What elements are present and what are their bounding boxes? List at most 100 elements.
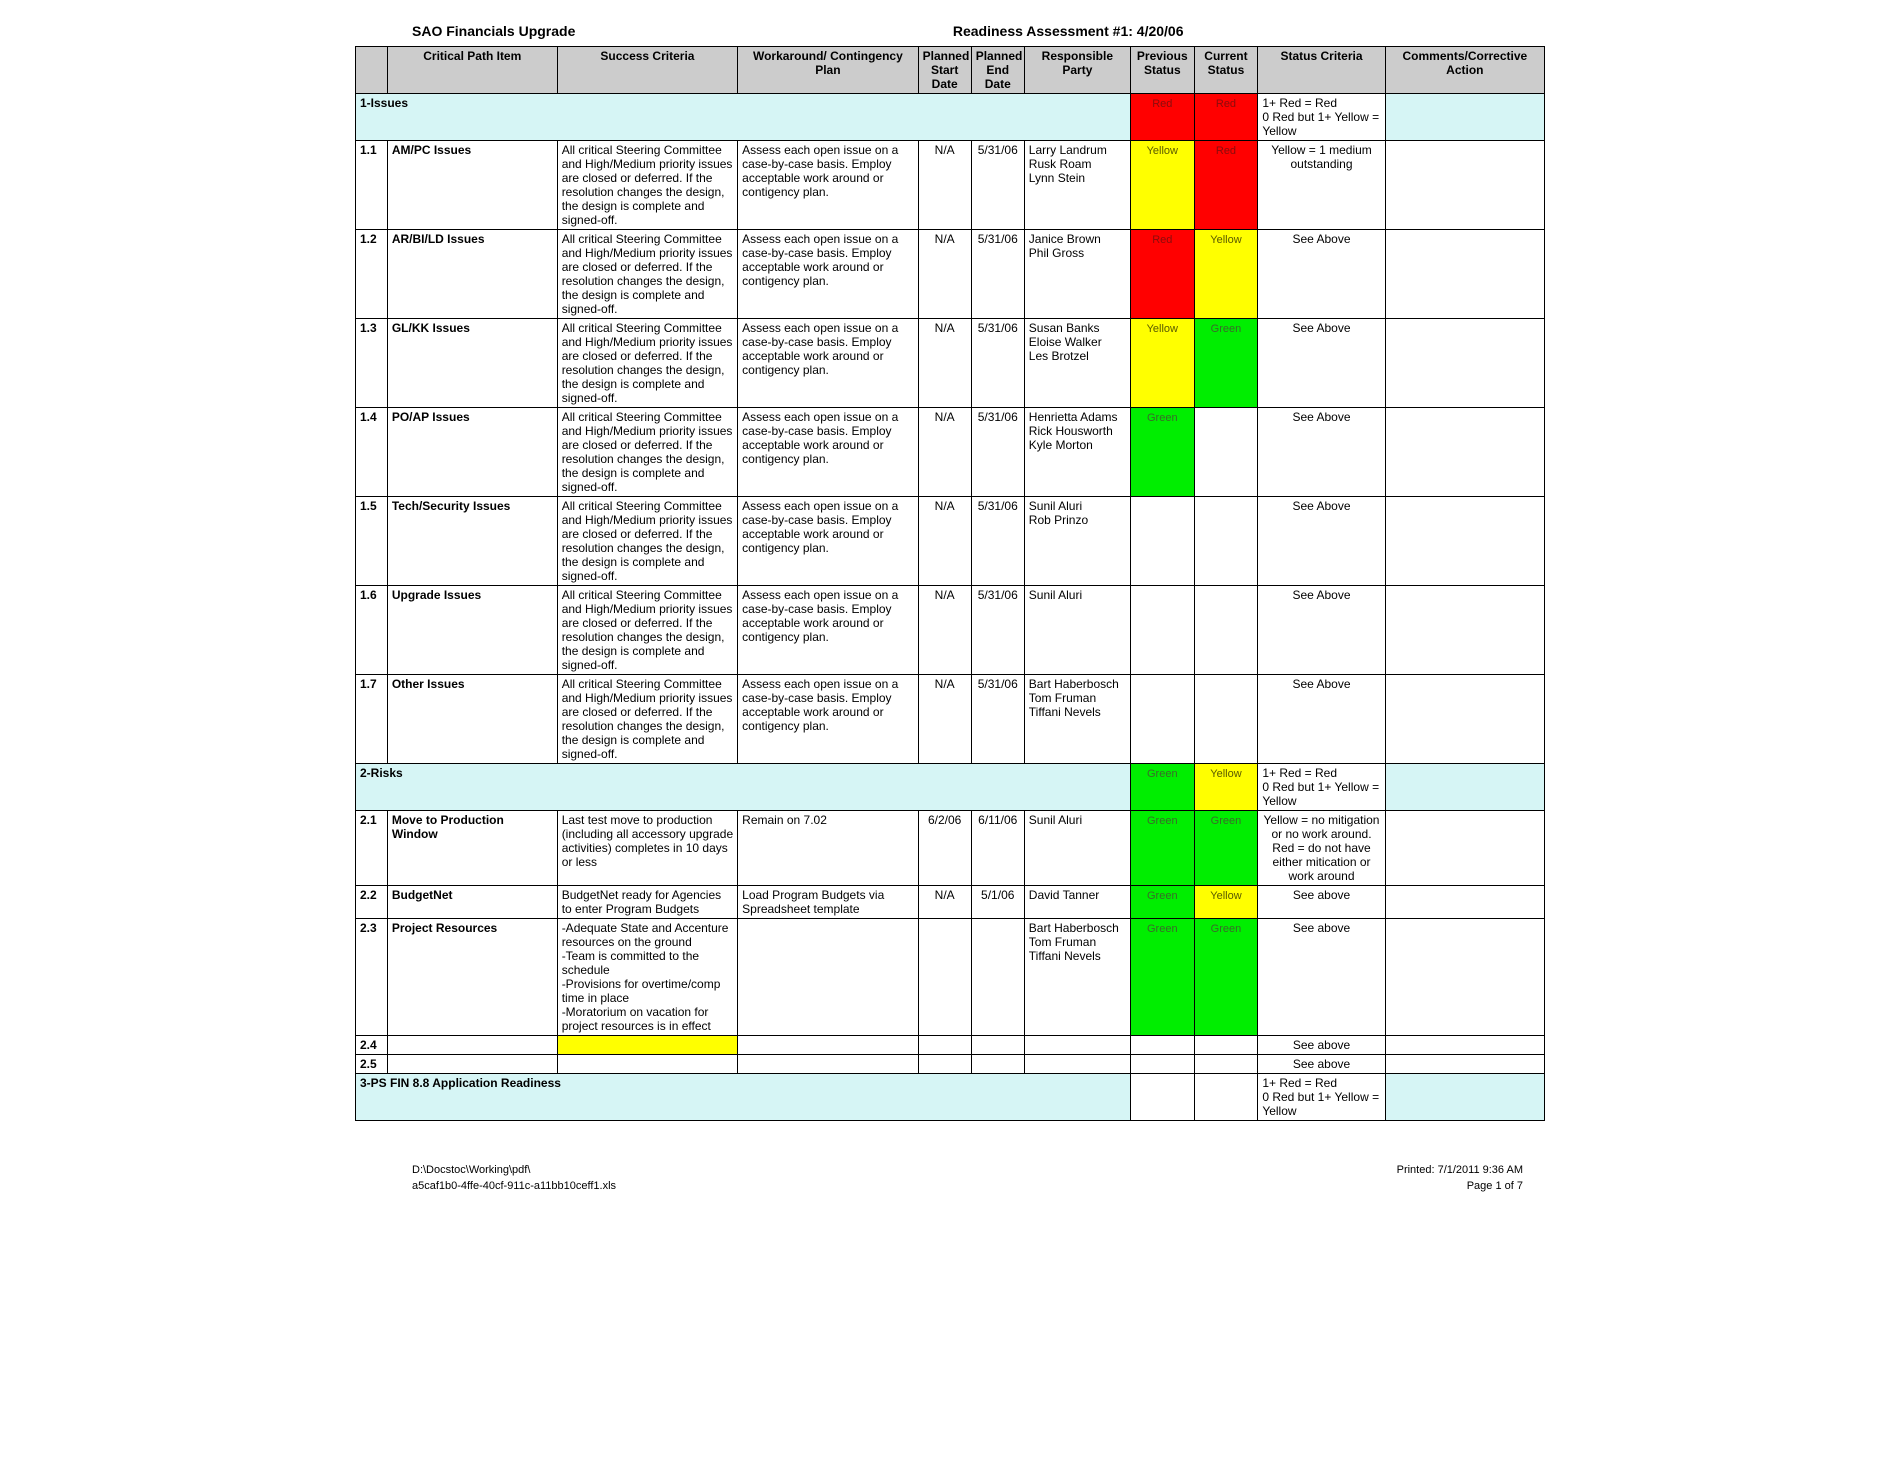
row-workaround: Assess each open issue on a case-by-case… bbox=[738, 319, 918, 408]
status-cell: Red bbox=[1194, 94, 1258, 141]
section-row: 1-IssuesRedRed1+ Red = Red0 Red but 1+ Y… bbox=[356, 94, 1545, 141]
status-cell bbox=[1130, 1036, 1194, 1055]
document-page: SAO Financials Upgrade Readiness Assessm… bbox=[345, 0, 1555, 1205]
row-end: 5/31/06 bbox=[971, 408, 1024, 497]
section-comments bbox=[1385, 94, 1544, 141]
row-end: 5/31/06 bbox=[971, 319, 1024, 408]
row-start: 6/2/06 bbox=[918, 811, 971, 886]
row-workaround: Assess each open issue on a case-by-case… bbox=[738, 408, 918, 497]
row-workaround: Assess each open issue on a case-by-case… bbox=[738, 497, 918, 586]
row-success: All critical Steering Committee and High… bbox=[557, 586, 737, 675]
row-workaround: Remain on 7.02 bbox=[738, 811, 918, 886]
row-comments bbox=[1385, 586, 1544, 675]
status-cell: Green bbox=[1194, 811, 1258, 886]
table-row: 1.1AM/PC IssuesAll critical Steering Com… bbox=[356, 141, 1545, 230]
row-comments bbox=[1385, 1055, 1544, 1074]
table-row: 1.4PO/AP IssuesAll critical Steering Com… bbox=[356, 408, 1545, 497]
status-cell: Green bbox=[1130, 764, 1194, 811]
section-row: 3-PS FIN 8.8 Application Readiness1+ Red… bbox=[356, 1074, 1545, 1121]
table-row: 2.4See above bbox=[356, 1036, 1545, 1055]
row-status-criteria: Yellow = no mitigation or no work around… bbox=[1258, 811, 1385, 886]
status-cell: Yellow bbox=[1194, 230, 1258, 319]
row-item: AM/PC Issues bbox=[387, 141, 557, 230]
row-responsible: Sunil Aluri bbox=[1024, 586, 1130, 675]
table-row: 1.2AR/BI/LD IssuesAll critical Steering … bbox=[356, 230, 1545, 319]
row-end: 5/31/06 bbox=[971, 675, 1024, 764]
section-comments bbox=[1385, 1074, 1544, 1121]
table-row: 2.5See above bbox=[356, 1055, 1545, 1074]
row-item: AR/BI/LD Issues bbox=[387, 230, 557, 319]
row-id: 2.4 bbox=[356, 1036, 388, 1055]
section-comments bbox=[1385, 764, 1544, 811]
row-start: N/A bbox=[918, 408, 971, 497]
status-cell: Yellow bbox=[1130, 319, 1194, 408]
row-item: Move to Production Window bbox=[387, 811, 557, 886]
col-status-criteria: Status Criteria bbox=[1258, 47, 1385, 94]
row-id: 1.4 bbox=[356, 408, 388, 497]
section-title: 3-PS FIN 8.8 Application Readiness bbox=[356, 1074, 1131, 1121]
status-cell: Green bbox=[1194, 919, 1258, 1036]
status-cell: Red bbox=[1130, 94, 1194, 141]
row-item: GL/KK Issues bbox=[387, 319, 557, 408]
row-comments bbox=[1385, 319, 1544, 408]
status-cell bbox=[1130, 1074, 1194, 1121]
row-start: N/A bbox=[918, 886, 971, 919]
row-end: 5/31/06 bbox=[971, 230, 1024, 319]
status-cell bbox=[1130, 675, 1194, 764]
section-status-criteria: 1+ Red = Red0 Red but 1+ Yellow = Yellow bbox=[1258, 94, 1385, 141]
col-comments: Comments/Corrective Action bbox=[1385, 47, 1544, 94]
table-row: 1.5Tech/Security IssuesAll critical Stee… bbox=[356, 497, 1545, 586]
row-item: Other Issues bbox=[387, 675, 557, 764]
status-cell: Yellow bbox=[1194, 886, 1258, 919]
row-status-criteria: See Above bbox=[1258, 230, 1385, 319]
row-responsible: David Tanner bbox=[1024, 886, 1130, 919]
row-item: Upgrade Issues bbox=[387, 586, 557, 675]
col-critical-path-item: Critical Path Item bbox=[387, 47, 557, 94]
table-row: 1.6Upgrade IssuesAll critical Steering C… bbox=[356, 586, 1545, 675]
row-success: BudgetNet ready for Agencies to enter Pr… bbox=[557, 886, 737, 919]
status-cell: Yellow bbox=[1194, 764, 1258, 811]
row-id: 1.2 bbox=[356, 230, 388, 319]
row-end: 5/31/06 bbox=[971, 141, 1024, 230]
section-row: 2-RisksGreenYellow1+ Red = Red0 Red but … bbox=[356, 764, 1545, 811]
status-cell bbox=[1194, 497, 1258, 586]
status-cell bbox=[1130, 497, 1194, 586]
row-id: 2.1 bbox=[356, 811, 388, 886]
status-cell: Green bbox=[1130, 919, 1194, 1036]
row-comments bbox=[1385, 497, 1544, 586]
row-success bbox=[557, 1036, 737, 1055]
row-responsible: Susan BanksEloise WalkerLes Brotzel bbox=[1024, 319, 1130, 408]
row-responsible: Sunil Aluri bbox=[1024, 811, 1130, 886]
header-left: SAO Financials Upgrade bbox=[357, 22, 830, 40]
row-success: All critical Steering Committee and High… bbox=[557, 141, 737, 230]
table-row: 2.2BudgetNetBudgetNet ready for Agencies… bbox=[356, 886, 1545, 919]
row-responsible: Janice BrownPhil Gross bbox=[1024, 230, 1130, 319]
status-cell bbox=[1194, 408, 1258, 497]
row-status-criteria: See above bbox=[1258, 1055, 1385, 1074]
row-workaround bbox=[738, 1055, 918, 1074]
col-success-criteria: Success Criteria bbox=[557, 47, 737, 94]
row-responsible: Larry LandrumRusk RoamLynn Stein bbox=[1024, 141, 1130, 230]
row-status-criteria: See above bbox=[1258, 886, 1385, 919]
status-cell bbox=[1194, 586, 1258, 675]
row-id: 1.6 bbox=[356, 586, 388, 675]
footer-path: D:\Docstoc\Working\pdf\ bbox=[357, 1163, 1113, 1177]
row-comments bbox=[1385, 1036, 1544, 1055]
row-status-criteria: Yellow = 1 medium outstanding bbox=[1258, 141, 1385, 230]
row-workaround: Assess each open issue on a case-by-case… bbox=[738, 230, 918, 319]
footer-printed: Printed: 7/1/2011 9:36 AM bbox=[1115, 1163, 1543, 1177]
readiness-table: Critical Path Item Success Criteria Work… bbox=[355, 46, 1545, 1121]
row-comments bbox=[1385, 919, 1544, 1036]
row-workaround bbox=[738, 1036, 918, 1055]
row-end: 5/1/06 bbox=[971, 886, 1024, 919]
row-end bbox=[971, 1055, 1024, 1074]
row-responsible: Henrietta AdamsRick HousworthKyle Morton bbox=[1024, 408, 1130, 497]
status-cell bbox=[1194, 675, 1258, 764]
row-success: Last test move to production (including … bbox=[557, 811, 737, 886]
row-item: PO/AP Issues bbox=[387, 408, 557, 497]
row-start bbox=[918, 919, 971, 1036]
row-responsible: Sunil AluriRob Prinzo bbox=[1024, 497, 1130, 586]
row-comments bbox=[1385, 141, 1544, 230]
status-cell bbox=[1194, 1055, 1258, 1074]
col-responsible: Responsible Party bbox=[1024, 47, 1130, 94]
